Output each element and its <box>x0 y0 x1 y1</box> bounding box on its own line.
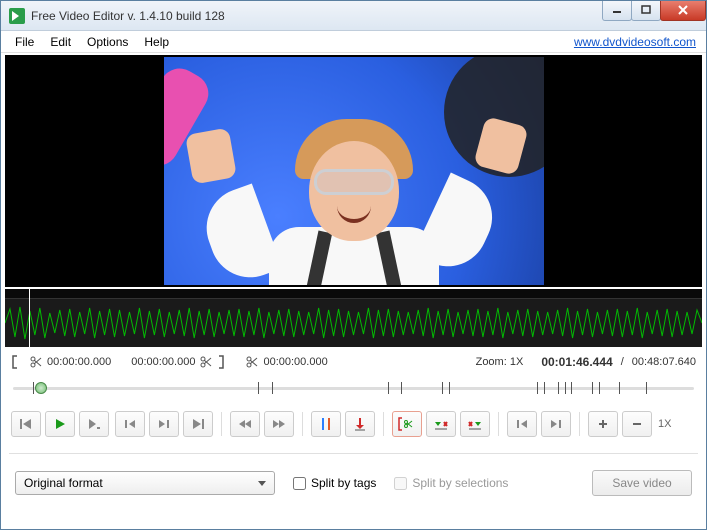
split-by-tags-checkbox[interactable]: Split by tags <box>293 476 376 490</box>
time-separator: / <box>621 356 624 368</box>
zoom-in-button[interactable] <box>588 411 618 437</box>
cut-selection-button[interactable] <box>392 411 422 437</box>
seek-bar-row <box>1 373 706 405</box>
split-by-selections-checkbox[interactable]: Split by selections <box>394 476 508 490</box>
menu-edit[interactable]: Edit <box>42 33 79 51</box>
scissors-icon <box>245 355 259 369</box>
waveform[interactable] <box>5 289 702 347</box>
output-format-value: Original format <box>24 476 103 490</box>
zoom-readout: 1X <box>658 411 671 437</box>
zoom-label: Zoom: <box>476 356 507 368</box>
menu-help[interactable]: Help <box>136 33 177 51</box>
current-time: 00:01:46.444 <box>541 355 612 369</box>
titlebar: Free Video Editor v. 1.4.10 build 128 <box>1 1 706 31</box>
app-icon <box>9 8 25 24</box>
website-link[interactable]: www.dvdvideosoft.com <box>574 35 700 49</box>
minimize-button[interactable] <box>602 1 632 21</box>
play-button[interactable] <box>45 411 75 437</box>
step-forward-button[interactable] <box>149 411 179 437</box>
time-readouts: 00:00:00.000 00:00:00.000 00:00:00.000 Z… <box>1 347 706 373</box>
menu-options[interactable]: Options <box>79 33 136 51</box>
menu-file[interactable]: File <box>7 33 42 51</box>
window-controls <box>603 1 706 21</box>
seek-bar[interactable] <box>13 377 694 399</box>
video-frame <box>164 57 544 285</box>
split-button[interactable] <box>311 411 341 437</box>
set-marker-button[interactable] <box>345 411 375 437</box>
play-selection-button[interactable] <box>79 411 109 437</box>
waveform-graphic <box>5 307 702 339</box>
playhead[interactable] <box>29 289 30 347</box>
transport-controls: 1X <box>1 405 706 447</box>
split-by-tags-input[interactable] <box>293 477 306 490</box>
maximize-button[interactable] <box>631 1 661 21</box>
step-back-button[interactable] <box>115 411 145 437</box>
menubar: File Edit Options Help www.dvdvideosoft.… <box>1 31 706 53</box>
output-format-select[interactable]: Original format <box>15 471 275 495</box>
window-title: Free Video Editor v. 1.4.10 build 128 <box>31 9 603 23</box>
split-by-selections-input <box>394 477 407 490</box>
total-time: 00:48:07.640 <box>632 356 696 368</box>
goto-start-button[interactable] <box>507 411 537 437</box>
bottom-bar: Original format Split by tags Split by s… <box>1 460 706 510</box>
prev-marker-button[interactable] <box>11 411 41 437</box>
rewind-button[interactable] <box>230 411 260 437</box>
next-marker-button[interactable] <box>183 411 213 437</box>
selection-start-time: 00:00:00.000 <box>47 356 111 368</box>
video-preview[interactable] <box>5 55 702 287</box>
trim-left-button[interactable] <box>426 411 456 437</box>
trim-right-button[interactable] <box>460 411 490 437</box>
zoom-value: 1X <box>510 356 523 368</box>
fast-forward-button[interactable] <box>264 411 294 437</box>
goto-end-button[interactable] <box>541 411 571 437</box>
scissors-icon <box>199 355 213 369</box>
divider <box>9 453 698 454</box>
seek-thumb[interactable] <box>35 382 47 394</box>
selection-end-time: 00:00:00.000 <box>131 356 195 368</box>
zoom-out-button[interactable] <box>622 411 652 437</box>
app-window: Free Video Editor v. 1.4.10 build 128 Fi… <box>0 0 707 530</box>
scissors-icon <box>29 355 43 369</box>
close-button[interactable] <box>660 1 706 21</box>
bracket-open-icon <box>11 355 25 369</box>
bracket-close-icon <box>217 355 231 369</box>
save-video-button[interactable]: Save video <box>592 470 692 496</box>
cut-start-time: 00:00:00.000 <box>263 356 327 368</box>
waveform-ruler <box>5 289 702 299</box>
